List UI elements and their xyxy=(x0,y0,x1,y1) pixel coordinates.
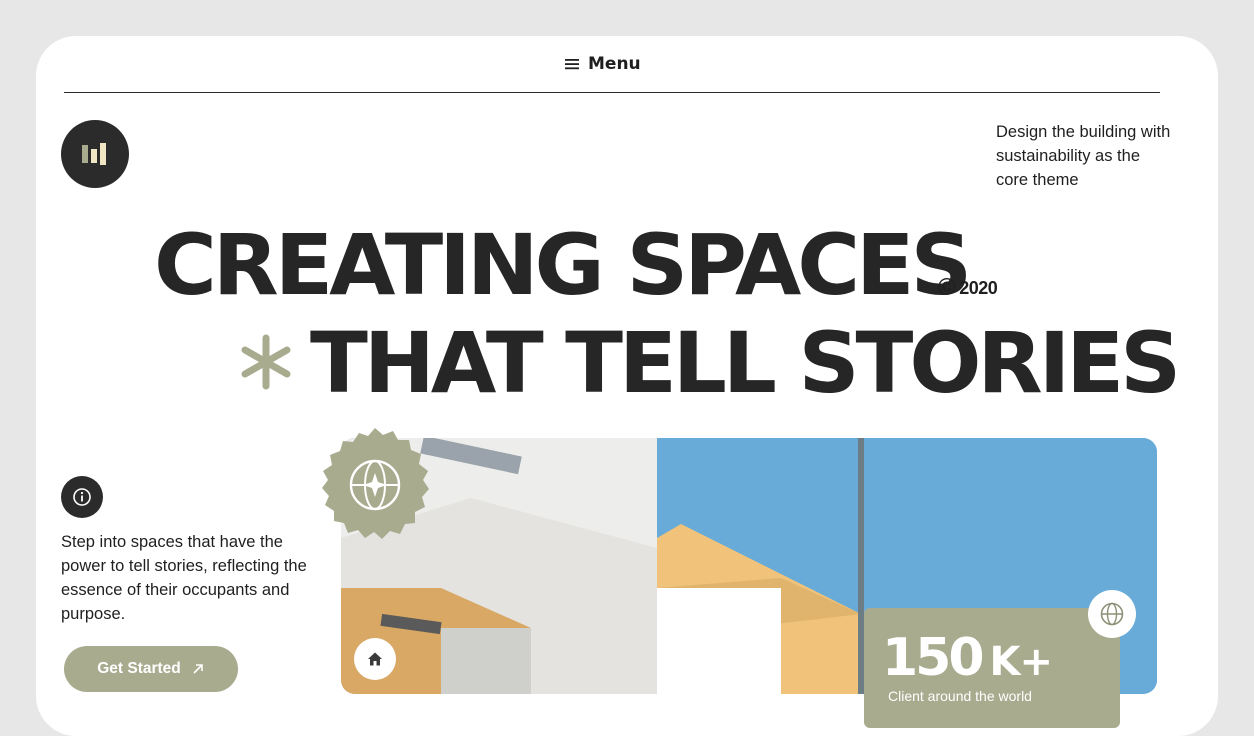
globe-button[interactable] xyxy=(1088,590,1136,638)
intro-description: Step into spaces that have the power to … xyxy=(61,533,307,623)
headline-line-1: CREATING SPACES xyxy=(154,216,972,314)
home-button[interactable] xyxy=(354,638,396,680)
year-value: 2020 xyxy=(959,277,998,298)
tagline: Design the building with sustainability … xyxy=(996,123,1171,189)
menu-label: Menu xyxy=(588,54,641,74)
headline-line-2: THAT TELL STORIES xyxy=(310,314,1181,412)
copyright-symbol: © xyxy=(938,274,956,301)
info-icon xyxy=(61,476,103,518)
page-frame: Menu Design the building with sustainabi… xyxy=(36,36,1218,736)
globe-star-icon xyxy=(322,428,429,539)
arrow-up-right-icon xyxy=(193,664,203,674)
stat-number: 150 xyxy=(882,628,985,688)
bars-logo-icon xyxy=(82,143,106,165)
nav-divider xyxy=(64,92,1160,93)
globe-icon xyxy=(1100,602,1124,626)
hamburger-icon xyxy=(565,59,579,70)
asterisk-icon xyxy=(241,334,291,390)
get-started-button[interactable]: Get Started xyxy=(64,646,238,692)
menu-button[interactable]: Menu xyxy=(564,52,641,76)
year-label: © 2020 xyxy=(938,274,998,301)
brand-logo[interactable] xyxy=(61,120,129,188)
home-icon xyxy=(368,652,382,666)
stat-card: 150 K+ Client around the world xyxy=(864,608,1120,728)
stat-value: 150 K+ xyxy=(882,628,1054,688)
stat-caption: Client around the world xyxy=(888,688,1032,704)
stat-suffix: K+ xyxy=(989,639,1054,685)
get-started-label: Get Started xyxy=(97,660,181,677)
